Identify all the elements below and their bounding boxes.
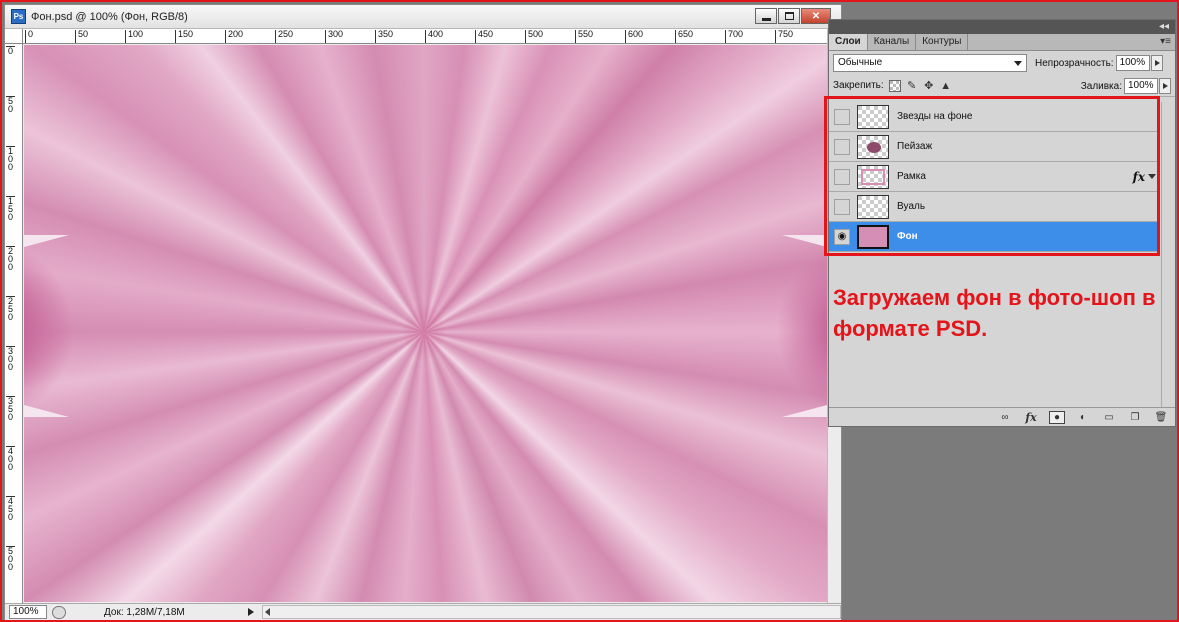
image-canvas[interactable] <box>24 45 827 602</box>
fill-group: Заливка: 100% <box>1081 78 1171 94</box>
ruler-tick-label: 300 <box>6 346 15 372</box>
lock-all-icon[interactable]: ▲ <box>940 80 952 92</box>
ruler-tick-label: 300 <box>325 30 343 43</box>
lock-transparency-icon[interactable] <box>888 79 901 92</box>
ruler-tick-label: 400 <box>425 30 443 43</box>
status-bar: 100% Док: 1,28M/7,18M <box>5 603 841 620</box>
document-info: Док: 1,28M/7,18M <box>104 606 185 618</box>
scroll-left-arrow-icon[interactable] <box>265 608 270 616</box>
blend-mode-select[interactable]: Обычные <box>833 54 1027 72</box>
status-icon[interactable] <box>52 605 66 619</box>
panel-header[interactable]: ◂◂ <box>829 20 1175 34</box>
panel-footer: ∞ fx ● ◐ ▭ ❐ 🗑 <box>829 407 1175 426</box>
annotation-caption: Загружаем фон в фото-шоп в формате PSD. <box>833 285 1156 341</box>
horizontal-ruler[interactable]: 0 50 100 150 200 250 300 350 400 450 500 550 600 650 7… <box>23 29 827 44</box>
canvas-left-petal <box>24 240 104 420</box>
adjustment-layer-icon[interactable]: ◐ <box>1075 411 1091 424</box>
window-controls: ✕ <box>755 8 831 24</box>
lock-pixels-brush-icon[interactable]: ✎ <box>906 80 918 92</box>
delete-layer-icon[interactable]: 🗑 <box>1153 411 1169 424</box>
annotation-highlight-box <box>824 96 1160 256</box>
collapse-icon[interactable]: ◂◂ <box>1159 21 1169 32</box>
tab-paths[interactable]: Контуры <box>916 34 969 50</box>
ruler-tick-label: 450 <box>6 496 15 522</box>
opacity-slider-button[interactable] <box>1150 55 1163 71</box>
ruler-tick-label: 500 <box>525 30 543 43</box>
lock-position-move-icon[interactable]: ✥ <box>923 80 935 92</box>
ruler-tick-label: 550 <box>575 30 593 43</box>
ruler-tick-label: 400 <box>6 446 15 472</box>
ruler-tick-label: 0 <box>6 46 15 56</box>
maximize-icon <box>784 12 794 20</box>
chevron-down-icon <box>1014 61 1022 66</box>
ruler-origin[interactable] <box>5 29 23 44</box>
ruler-tick-label: 150 <box>175 30 193 43</box>
ruler-tick-label: 350 <box>375 30 393 43</box>
layers-panel: ◂◂ Слои Каналы Контуры ▾≡ Обычные Непроз… <box>824 19 1176 427</box>
status-menu-arrow-icon[interactable] <box>248 608 254 616</box>
new-group-icon[interactable]: ▭ <box>1101 411 1117 424</box>
photoshop-icon: Ps <box>11 9 26 24</box>
horizontal-scrollbar[interactable] <box>262 605 841 619</box>
tab-channels[interactable]: Каналы <box>868 34 917 50</box>
tab-layers[interactable]: Слои <box>829 34 868 50</box>
ruler-tick-label: 650 <box>675 30 693 43</box>
add-style-icon[interactable]: fx <box>1023 411 1039 424</box>
canvas-edge-highlight <box>24 405 69 417</box>
canvas-right-petal <box>747 240 827 420</box>
close-button[interactable]: ✕ <box>801 8 831 24</box>
panel-menu-icon[interactable]: ▾≡ <box>1160 36 1171 47</box>
opacity-input[interactable]: 100% <box>1115 55 1150 71</box>
vertical-ruler[interactable]: 0 50 100 150 200 250 300 350 400 450 500 <box>5 44 23 603</box>
ruler-tick-label: 200 <box>6 246 15 272</box>
ruler-tick-label: 0 <box>25 30 33 43</box>
ruler-tick-label: 100 <box>6 146 15 172</box>
ruler-tick-label: 150 <box>6 196 15 222</box>
ruler-tick-label: 500 <box>6 546 15 572</box>
layers-list: Звезды на фоне Пейзаж Рамка fx Вуаль ◉ Ф… <box>824 96 1175 407</box>
add-mask-icon[interactable]: ● <box>1049 410 1065 424</box>
document-title-bar[interactable]: Ps Фон.psd @ 100% (Фон, RGB/8) ✕ <box>5 5 841 29</box>
lock-label: Закрепить: <box>833 80 884 91</box>
blend-opacity-row: Обычные Непрозрачность: 100% <box>829 51 1175 75</box>
blend-mode-value: Обычные <box>838 57 883 68</box>
canvas-edge-highlight <box>782 405 827 417</box>
canvas-edge-highlight <box>24 235 69 247</box>
new-layer-icon[interactable]: ❐ <box>1127 411 1143 424</box>
panel-tabs: Слои Каналы Контуры ▾≡ <box>829 34 1175 51</box>
link-layers-icon[interactable]: ∞ <box>997 411 1013 424</box>
close-icon: ✕ <box>811 10 821 22</box>
ruler-tick-label: 50 <box>75 30 88 43</box>
fill-slider-button[interactable] <box>1159 78 1171 94</box>
opacity-label: Непрозрачность: <box>1035 57 1114 69</box>
lock-fill-row: Закрепить: ✎ ✥ ▲ Заливка: 100% <box>829 75 1175 97</box>
document-window: Ps Фон.psd @ 100% (Фон, RGB/8) ✕ 0 50 100 1… <box>4 4 842 620</box>
canvas-edge-highlight <box>782 235 827 247</box>
document-title: Фон.psd @ 100% (Фон, RGB/8) <box>31 10 188 23</box>
ruler-tick-label: 350 <box>6 396 15 422</box>
minimize-button[interactable] <box>755 8 777 24</box>
zoom-level-field[interactable]: 100% <box>9 605 47 619</box>
ruler-tick-label: 450 <box>475 30 493 43</box>
fill-label: Заливка: <box>1080 80 1122 92</box>
ruler-tick-label: 750 <box>775 30 793 43</box>
ruler-tick-label: 100 <box>125 30 143 43</box>
ruler-tick-label: 250 <box>6 296 15 322</box>
ruler-tick-label: 50 <box>6 96 15 114</box>
fill-input[interactable]: 100% <box>1124 78 1158 94</box>
ruler-tick-label: 600 <box>625 30 643 43</box>
ruler-tick-label: 700 <box>725 30 743 43</box>
ruler-tick-label: 250 <box>275 30 293 43</box>
minimize-icon <box>761 17 771 21</box>
layers-scrollbar[interactable] <box>1161 102 1175 407</box>
ruler-tick-label: 200 <box>225 30 243 43</box>
maximize-button[interactable] <box>778 8 800 24</box>
